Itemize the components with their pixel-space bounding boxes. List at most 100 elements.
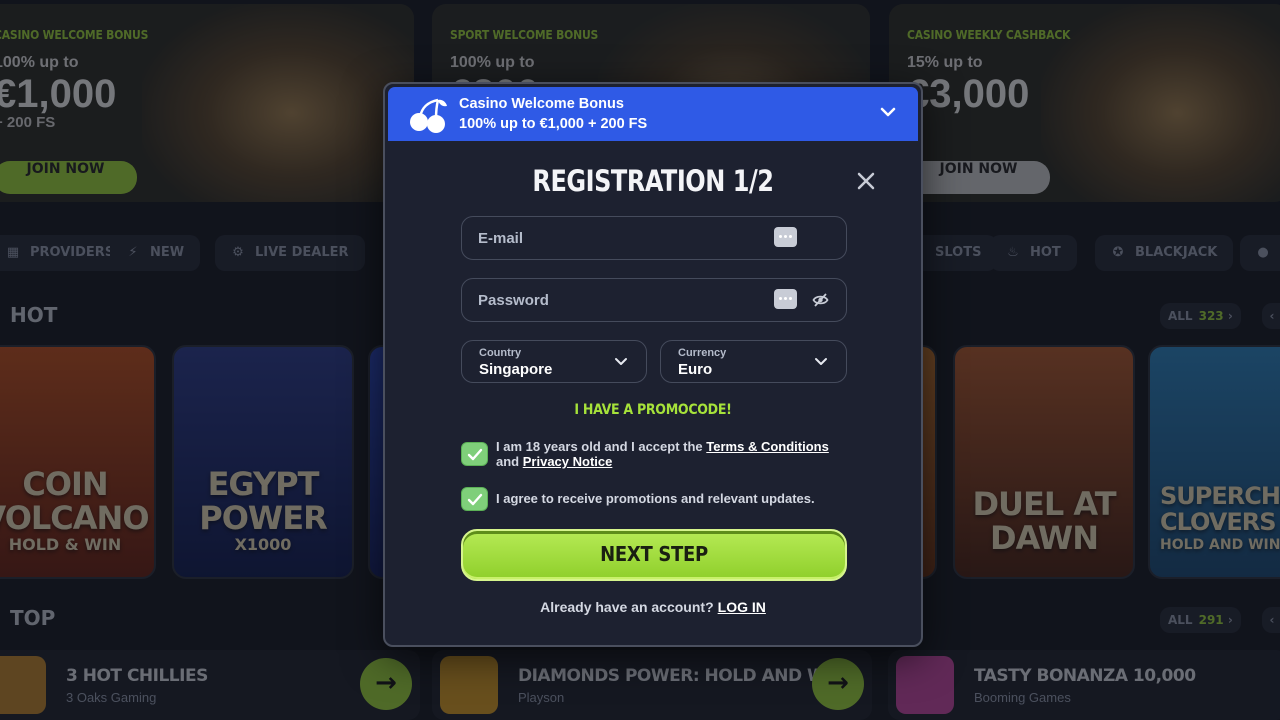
autofill-key-icon[interactable] — [774, 289, 797, 309]
banner-line1: 100% up to — [450, 54, 535, 71]
banner-line1: 15% up to — [907, 54, 983, 71]
promotions-consent-text: I agree to receive promotions and releva… — [496, 491, 815, 506]
game-provider: 3 Oaks Gaming — [66, 690, 157, 705]
game-card-supercharged-clovers[interactable]: SUPERCHARGED CLOVERSHOLD AND WIN — [1148, 345, 1280, 579]
game-provider: Booming Games — [974, 690, 1071, 705]
bonus-selector[interactable]: Casino Welcome Bonus 100% up to €1,000 +… — [388, 87, 918, 141]
game-name: DIAMONDS POWER: HOLD AND WIN — [518, 666, 845, 686]
and-text: and — [496, 454, 520, 469]
age-terms-checkbox[interactable] — [461, 442, 488, 466]
game-name: EGYPT POWER — [199, 465, 327, 537]
category-mic[interactable]: ● — [1240, 235, 1280, 271]
banner-amount: €3,000 — [907, 72, 1030, 116]
currency-select[interactable]: Currency Euro — [660, 340, 847, 383]
game-name: SUPERCHARGED CLOVERS — [1160, 482, 1280, 536]
hot-prev-arrow[interactable]: ‹ — [1262, 303, 1280, 329]
banner-weekly-cashback[interactable]: CASINO WEEKLY CASHBACK 15% up to €3,000 … — [889, 4, 1280, 202]
game-subtitle: HOLD & WIN — [8, 535, 122, 554]
privacy-link[interactable]: Privacy Notice — [523, 454, 613, 469]
hot-all-button[interactable]: ALL 323 › — [1160, 303, 1241, 329]
cherry-icon — [410, 98, 447, 133]
category-hot[interactable]: ♨ HOT — [990, 235, 1077, 271]
country-label: Country — [479, 347, 522, 359]
terms-link[interactable]: Terms & Conditions — [706, 439, 829, 454]
join-now-button[interactable]: JOIN NOW — [0, 161, 137, 194]
category-label: LIVE DEALER — [255, 245, 349, 260]
top-game-tasty-bonanza[interactable]: TASTY BONANZA 10,000 Booming Games — [888, 650, 1280, 720]
top-prev-arrow[interactable]: ‹ — [1262, 607, 1280, 633]
chevron-down-icon — [615, 358, 627, 365]
category-label: HOT — [1030, 245, 1061, 260]
category-blackjack[interactable]: ✪ BLACKJACK — [1095, 235, 1234, 271]
registration-title: REGISTRATION 1/2 — [532, 164, 774, 198]
game-provider: Playson — [518, 690, 565, 705]
promocode-link[interactable]: I HAVE A PROMOCODE! — [385, 402, 921, 418]
play-arrow-icon[interactable]: → — [360, 658, 412, 710]
eye-off-icon[interactable] — [812, 292, 829, 308]
password-input[interactable] — [478, 279, 758, 321]
email-input[interactable] — [478, 217, 758, 259]
flame-icon: ♨ — [1007, 245, 1019, 260]
autofill-key-icon[interactable] — [774, 227, 797, 247]
banner-eyebrow: SPORT WELCOME BONUS — [450, 28, 599, 42]
banner-line3: + 200 FS — [0, 114, 56, 131]
hot-count: 323 — [1198, 309, 1224, 323]
game-card-coin-volcano[interactable]: COIN VOLCANOHOLD & WIN — [0, 345, 156, 579]
banner-casino-welcome[interactable]: CASINO WELCOME BONUS 100% up to €1,000 +… — [0, 4, 414, 202]
bonus-detail: 100% up to €1,000 + 200 FS — [459, 116, 648, 132]
close-icon[interactable] — [855, 170, 877, 192]
top-game-3-hot-chillies[interactable]: 3 HOT CHILLIES 3 Oaks Gaming → — [0, 650, 420, 720]
chevron-down-icon[interactable] — [880, 106, 896, 118]
game-name: 3 HOT CHILLIES — [66, 666, 208, 686]
section-title-hot: HOT — [10, 303, 58, 327]
country-value: Singapore — [479, 361, 553, 378]
category-label: SLOTS — [935, 245, 982, 260]
top-count: 291 — [1198, 613, 1224, 627]
checkmark-icon — [467, 448, 483, 461]
login-link[interactable]: LOG IN — [718, 599, 766, 615]
game-thumbnail — [0, 656, 46, 714]
banner-amount: €1,000 — [0, 72, 117, 116]
bonus-title: Casino Welcome Bonus — [459, 96, 624, 112]
game-name: DUEL AT DAWN — [972, 485, 1116, 557]
banner-line1: 100% up to — [0, 54, 79, 71]
checkmark-icon — [467, 493, 483, 506]
chip-icon: ✪ — [1112, 245, 1124, 260]
game-card-duel-at-dawn[interactable]: DUEL AT DAWN — [953, 345, 1135, 579]
game-card-egypt-power[interactable]: EGYPT POWER X1000 — [172, 345, 354, 579]
microphone-icon: ● — [1257, 245, 1269, 260]
section-title-top: TOP — [10, 606, 56, 630]
game-thumbnail — [896, 656, 954, 714]
banner-art — [1041, 4, 1280, 202]
country-select[interactable]: Country Singapore — [461, 340, 647, 383]
lightning-icon: ⚡ — [128, 245, 138, 260]
top-all-button[interactable]: ALL 291 › — [1160, 607, 1241, 633]
all-label: ALL — [1168, 613, 1193, 627]
category-live-dealer[interactable]: ⚙ LIVE DEALER — [215, 235, 365, 271]
game-subtitle: HOLD AND WIN — [1160, 537, 1280, 553]
all-label: ALL — [1168, 309, 1193, 323]
category-label: NEW — [150, 245, 185, 260]
banner-eyebrow: CASINO WELCOME BONUS — [0, 28, 149, 42]
top-game-diamonds-power[interactable]: DIAMONDS POWER: HOLD AND WIN Playson → — [432, 650, 872, 720]
play-arrow-icon[interactable]: → — [812, 658, 864, 710]
email-field — [461, 216, 847, 260]
have-account-text: Already have an account? — [540, 599, 714, 615]
game-name: COIN VOLCANO — [0, 465, 150, 537]
promotions-checkbox[interactable] — [461, 487, 488, 511]
password-field — [461, 278, 847, 322]
game-title: COIN VOLCANOHOLD & WIN — [0, 467, 154, 555]
game-thumbnail — [440, 656, 498, 714]
next-step-button[interactable]: NEXT STEP — [461, 529, 847, 581]
game-title: DUEL AT DAWN — [955, 487, 1133, 555]
chevron-down-icon — [815, 358, 827, 365]
category-label: PROVIDERS — [30, 245, 115, 260]
currency-value: Euro — [678, 361, 713, 378]
providers-icon: ▦ — [6, 245, 20, 260]
category-new[interactable]: ⚡ NEW — [110, 235, 201, 271]
currency-label: Currency — [678, 347, 727, 359]
banner-eyebrow: CASINO WEEKLY CASHBACK — [907, 28, 1071, 42]
category-label: BLACKJACK — [1135, 245, 1218, 260]
registration-modal: Casino Welcome Bonus 100% up to €1,000 +… — [383, 82, 923, 647]
join-now-button[interactable]: JOIN NOW — [907, 161, 1050, 194]
